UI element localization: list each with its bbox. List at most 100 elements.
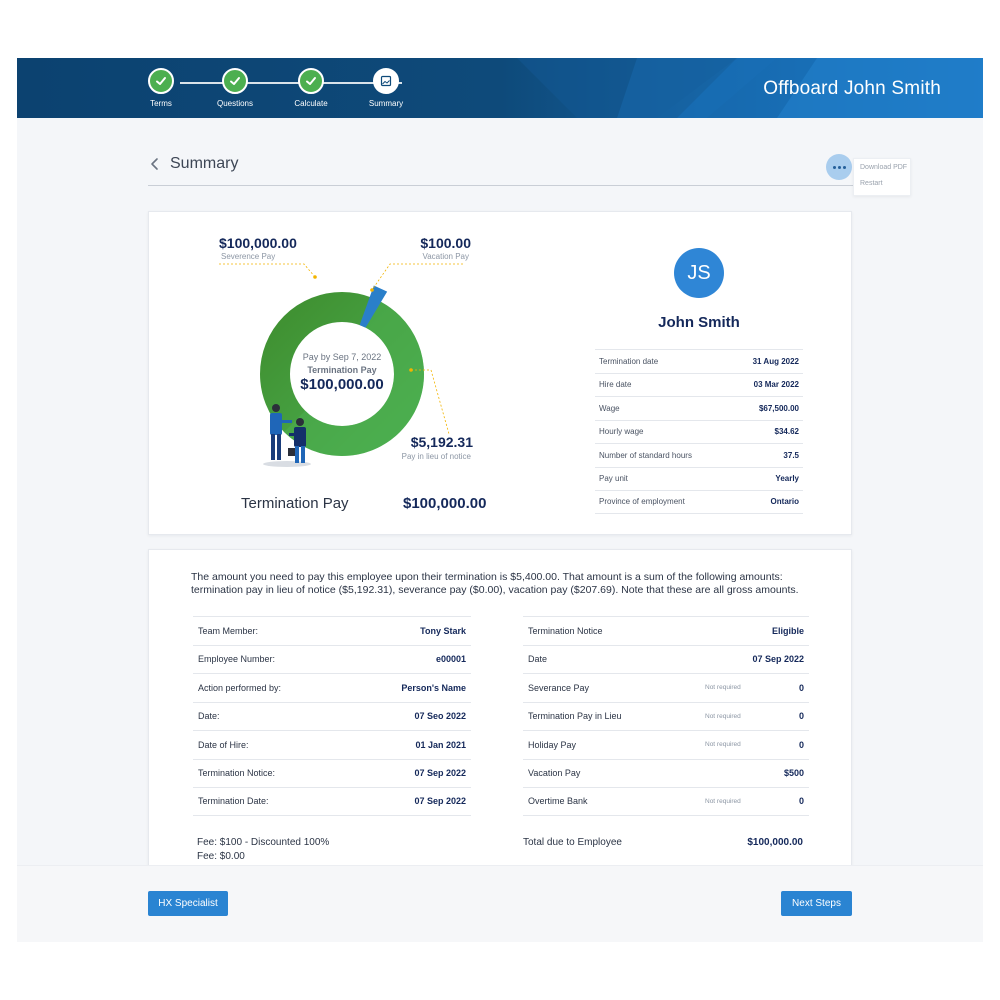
row-note: Not required xyxy=(705,684,741,692)
table-row: Number of standard hours 37.5 xyxy=(595,443,803,467)
step-label: Calculate xyxy=(294,99,328,108)
row-key: Action performed by: xyxy=(198,682,282,693)
table-row: Hire date 03 Mar 2022 xyxy=(595,372,803,397)
employee-info-table: Termination date 31 Aug 2022 Hire date 03 … xyxy=(595,349,803,514)
row-value: Person's Name xyxy=(401,682,466,693)
leader-dot xyxy=(313,275,317,279)
row-key: Date xyxy=(528,654,548,665)
employee-details-table: Team Member: Tony Stark Employee Number: e… xyxy=(193,616,471,816)
check-icon xyxy=(222,68,248,94)
row-key: Termination Notice xyxy=(528,625,603,636)
row-key: Number of standard hours xyxy=(599,450,692,460)
row-key: Termination Notice: xyxy=(198,768,276,779)
row-key: Hire date xyxy=(599,380,632,390)
severance-pay-value: $100,000.00 xyxy=(219,235,297,251)
row-value: e00001 xyxy=(435,654,466,665)
step-calculate[interactable]: Calculate xyxy=(276,68,346,108)
vacation-pay-label: Vacation Pay xyxy=(422,252,469,261)
menu-item-restart[interactable]: Restart xyxy=(854,177,910,191)
employee-name: John Smith xyxy=(658,314,740,331)
step-label: Questions xyxy=(216,99,254,108)
table-row: Employee Number: e00001 xyxy=(193,644,471,674)
hx-specialist-button[interactable]: HX Specialist xyxy=(148,891,228,916)
row-value: 0 xyxy=(798,796,804,807)
next-steps-button[interactable]: Next Steps xyxy=(781,891,852,916)
table-row: Date of Hire: 01 Jan 2021 xyxy=(193,730,471,759)
table-row: Termination Date: 07 Sep 2022 xyxy=(193,787,471,816)
table-row: Team Member: Tony Stark xyxy=(193,616,471,645)
total-due-label: Total due to Employee xyxy=(523,837,622,848)
step-label: Summary xyxy=(368,99,404,108)
row-value: 07 Sep 2022 xyxy=(414,768,466,779)
app-title: Offboard John Smith xyxy=(763,78,941,99)
row-value: $34.62 xyxy=(774,427,799,437)
row-key: Wage xyxy=(599,403,620,413)
leader-line xyxy=(219,263,316,278)
row-key: Employee Number: xyxy=(198,654,276,665)
row-key: Date: xyxy=(198,711,220,722)
row-value: Tony Stark xyxy=(420,625,466,636)
table-row: Wage $67,500.00 xyxy=(595,396,803,420)
leader-dot xyxy=(409,368,413,372)
pay-in-lieu-value: $5,192.31 xyxy=(410,434,473,450)
table-row: Date: 07 Seo 2022 xyxy=(193,701,471,731)
row-value: 03 Mar 2022 xyxy=(753,380,799,390)
image-icon xyxy=(373,68,399,94)
check-icon xyxy=(298,68,324,94)
row-value: Eligible xyxy=(771,625,804,636)
pay-in-lieu-label: Pay in lieu of notice xyxy=(401,452,471,461)
summary-card: $100,000.00 Severence Pay $100.00 Vacati… xyxy=(148,211,852,535)
step-terms[interactable]: Terms xyxy=(126,68,196,108)
termination-pay-value: $100,000.00 xyxy=(403,495,487,512)
row-value: $500 xyxy=(783,768,804,779)
row-value: $67,500.00 xyxy=(758,403,799,413)
progress-stepper: Terms Questions Calculate Summary xyxy=(145,68,425,112)
vacation-pay-value: $100.00 xyxy=(420,235,471,251)
row-key: Date of Hire: xyxy=(198,739,249,750)
row-note: Not required xyxy=(705,712,741,720)
table-row: Action performed by: Person's Name xyxy=(193,673,471,702)
row-value: Ontario xyxy=(770,497,799,507)
table-row: Termination date 31 Aug 2022 xyxy=(595,349,803,373)
row-key: Pay unit xyxy=(599,474,628,484)
chart-center-value: $100,000.00 xyxy=(300,376,384,393)
table-row: Termination Pay in Lieu Not required 0 xyxy=(523,701,809,731)
table-row: Vacation Pay $500 xyxy=(523,758,809,788)
row-value: 0 xyxy=(798,711,804,722)
summary-paragraph: The amount you need to pay this employee… xyxy=(191,571,799,596)
details-card: The amount you need to pay this employee… xyxy=(148,549,852,875)
fee-line: Fee: $0.00 xyxy=(197,851,245,862)
pay-details-table: Termination Notice Eligible Date 07 Sep 20… xyxy=(523,616,809,816)
termination-pay-label: Termination Pay xyxy=(241,495,349,512)
menu-item-download-pdf[interactable]: Download PDF xyxy=(854,161,910,175)
table-row: Holiday Pay Not required 0 xyxy=(523,730,809,759)
row-key: Hourly wage xyxy=(599,427,644,437)
row-value: 07 Sep 2022 xyxy=(414,796,466,807)
total-due-value: $100,000.00 xyxy=(747,837,803,848)
app-window: Terms Questions Calculate Summary Offboa… xyxy=(17,58,983,942)
chevron-left-icon[interactable] xyxy=(148,156,162,172)
row-key: Team Member: xyxy=(198,625,259,636)
table-row: Date 07 Sep 2022 xyxy=(523,644,809,674)
more-options-button[interactable] xyxy=(826,154,852,180)
dot-icon xyxy=(837,165,841,169)
row-key: Province of employment xyxy=(599,497,685,507)
check-icon xyxy=(148,68,174,94)
step-summary[interactable]: Summary xyxy=(351,68,421,108)
table-row: Termination Notice Eligible xyxy=(523,616,809,645)
severance-pay-label: Severence Pay xyxy=(221,252,276,261)
header-bar: Terms Questions Calculate Summary Offboa… xyxy=(17,58,983,118)
row-value: 0 xyxy=(798,739,804,750)
row-value: 37.5 xyxy=(783,450,799,460)
row-value: 0 xyxy=(798,682,804,693)
row-key: Vacation Pay xyxy=(528,768,581,779)
step-questions[interactable]: Questions xyxy=(200,68,270,108)
row-key: Termination date xyxy=(599,356,659,366)
table-row: Province of employment Ontario xyxy=(595,490,803,514)
row-value: Yearly xyxy=(775,474,799,484)
dot-icon xyxy=(842,165,846,169)
table-row: Severance Pay Not required 0 xyxy=(523,673,809,702)
chart-center-subtitle: Pay by Sep 7, 2022 xyxy=(302,352,382,362)
row-value: 07 Seo 2022 xyxy=(414,711,466,722)
row-value: 01 Jan 2021 xyxy=(415,739,466,750)
